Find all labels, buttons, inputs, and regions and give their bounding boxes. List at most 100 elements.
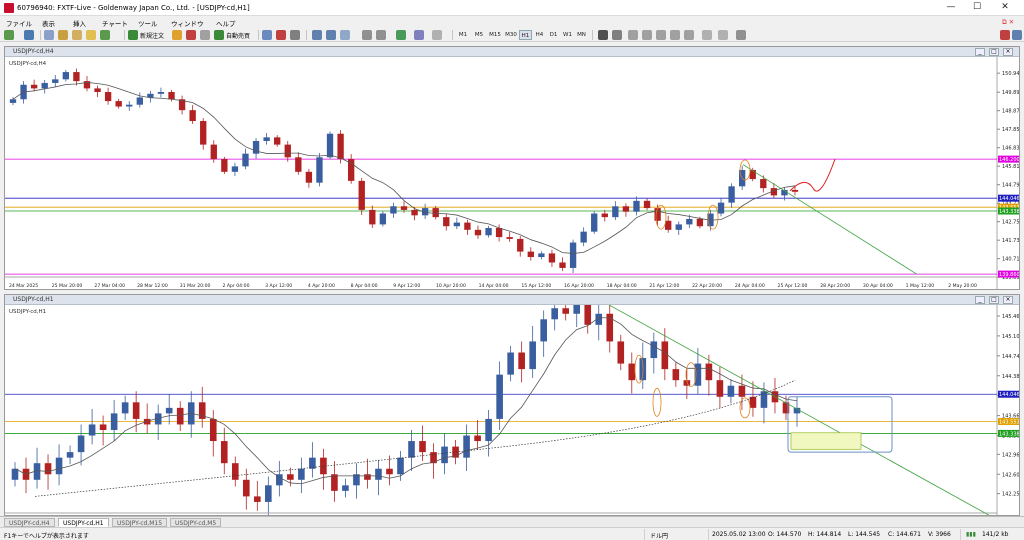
- cursor-icon[interactable]: [598, 30, 608, 40]
- chart-shift-icon[interactable]: [362, 30, 372, 40]
- price-chart-h1[interactable]: USDJPY-cd,H1 145.460 145.100 144.740 144.380…: [5, 305, 1019, 515]
- auto-trade-icon[interactable]: [214, 30, 224, 40]
- candle-body: [551, 308, 558, 320]
- chart-window-h1[interactable]: USDJPY-cd,H1 _ □ × USDJPY-cd,H1 145.460 14…: [4, 294, 1020, 516]
- tab-usdjpy-h4[interactable]: USDJPY-cd,H4: [4, 518, 55, 527]
- menu-help[interactable]: ヘルプ: [216, 18, 236, 28]
- title-bar: 60796940: FXTF-Live - Goldenway Japan Co…: [0, 0, 1024, 16]
- candle-body: [675, 224, 682, 230]
- status-low: L: 144.545: [848, 531, 881, 538]
- vertical-line-icon[interactable]: [628, 30, 638, 40]
- menu-restore-icon[interactable]: ⧉ ✕: [1002, 18, 1014, 27]
- app-logo-icon: [4, 3, 14, 13]
- chart-maximize-button[interactable]: □: [989, 296, 999, 304]
- target-zone-inner-box: [790, 432, 862, 450]
- zoom-out-icon[interactable]: [326, 30, 336, 40]
- candle-body: [99, 424, 107, 430]
- menu-file[interactable]: ファイル: [6, 18, 32, 28]
- timeframe-m30[interactable]: M30: [503, 30, 519, 40]
- indicators-icon[interactable]: [396, 30, 406, 40]
- timeframe-mn[interactable]: MN: [575, 30, 588, 40]
- candle-body: [165, 407, 173, 414]
- timeframe-m1[interactable]: M1: [456, 30, 470, 40]
- price-tick-label: 142.750: [1002, 220, 1019, 226]
- label-tool-icon[interactable]: [718, 30, 728, 40]
- new-order-button[interactable]: 新規注文: [140, 31, 164, 40]
- close-button[interactable]: ✕: [994, 2, 1016, 14]
- chart-close-button[interactable]: ×: [1003, 296, 1013, 304]
- timeframe-h4[interactable]: H4: [533, 30, 546, 40]
- terminal-icon[interactable]: [86, 30, 96, 40]
- candle-body: [375, 468, 382, 480]
- periods-icon[interactable]: [414, 30, 424, 40]
- channel-icon[interactable]: [670, 30, 680, 40]
- menu-tools[interactable]: ツール: [138, 18, 158, 28]
- chart-minimize-button[interactable]: _: [975, 296, 985, 304]
- chart-window-h4[interactable]: USDJPY-cd,H4 _ □ × USDJPY-cd,H4 150.940 14…: [4, 46, 1020, 290]
- maximize-button[interactable]: ☐: [966, 2, 988, 14]
- candle-body: [287, 474, 294, 480]
- auto-trading-status-icon[interactable]: [186, 30, 196, 40]
- candle-body: [386, 468, 393, 475]
- menu-insert[interactable]: 挿入: [73, 18, 86, 28]
- candle-body: [650, 341, 658, 359]
- market-watch-icon[interactable]: [44, 30, 54, 40]
- metaeditor-icon[interactable]: [172, 30, 182, 40]
- candle-body: [104, 92, 112, 102]
- timeframe-d1[interactable]: D1: [547, 30, 560, 40]
- candle-body: [9, 99, 17, 103]
- templates-icon[interactable]: [432, 30, 442, 40]
- search-icon[interactable]: [1000, 30, 1010, 40]
- time-axis-label: 28 Mar 12:00: [137, 283, 168, 289]
- price-chart-h4[interactable]: USDJPY-cd,H4 150.940 149.890 148.870 147.850…: [5, 57, 1019, 289]
- new-chart-icon[interactable]: [4, 30, 14, 40]
- menu-window[interactable]: ウィンドウ: [171, 18, 204, 28]
- candle-body: [147, 93, 154, 98]
- timeframe-m15[interactable]: M15: [487, 30, 503, 40]
- time-axis-label: 4 Apr 20:00: [308, 283, 335, 289]
- candlestick-icon[interactable]: [276, 30, 286, 40]
- tab-usdjpy-h1[interactable]: USDJPY-cd,H1: [58, 518, 109, 527]
- new-order-icon[interactable]: [128, 30, 138, 40]
- arrows-tool-icon[interactable]: [736, 30, 746, 40]
- bar-chart-icon[interactable]: [262, 30, 272, 40]
- pattern-ellipse: [739, 397, 751, 419]
- candle-body: [453, 222, 461, 227]
- timeframe-w1[interactable]: W1: [561, 30, 574, 40]
- menu-bar: ファイル 表示 挿入 チャート ツール ウィンドウ ヘルプ ⧉ ✕: [0, 16, 1024, 28]
- menu-chart[interactable]: チャート: [102, 18, 128, 28]
- chart-close-button[interactable]: ×: [1003, 48, 1013, 56]
- candle-body: [94, 88, 101, 93]
- data-window-icon[interactable]: [58, 30, 68, 40]
- horizontal-line-icon[interactable]: [642, 30, 652, 40]
- minimize-button[interactable]: —: [940, 2, 962, 14]
- line-chart-icon[interactable]: [290, 30, 300, 40]
- level-price-text: 144.046: [999, 392, 1019, 398]
- text-tool-icon[interactable]: [702, 30, 712, 40]
- timeframe-h1[interactable]: H1: [519, 30, 532, 40]
- menu-view[interactable]: 表示: [42, 18, 55, 28]
- chart-maximize-button[interactable]: □: [989, 48, 999, 56]
- options-icon[interactable]: [200, 30, 210, 40]
- status-profile[interactable]: ドル円: [650, 531, 668, 540]
- tab-usdjpy-m15[interactable]: USDJPY-cd,M15: [112, 518, 168, 527]
- fibonacci-icon[interactable]: [684, 30, 694, 40]
- navigator-icon[interactable]: [72, 30, 82, 40]
- price-tick-label: 142.600: [1002, 472, 1019, 478]
- candle-body: [284, 144, 291, 158]
- trendline-icon[interactable]: [656, 30, 666, 40]
- strategy-tester-icon[interactable]: [100, 30, 110, 40]
- tile-windows-icon[interactable]: [340, 30, 350, 40]
- chart-minimize-button[interactable]: _: [975, 48, 985, 56]
- autoscroll-icon[interactable]: [376, 30, 386, 40]
- profiles-icon[interactable]: [24, 30, 34, 40]
- zoom-in-icon[interactable]: [312, 30, 322, 40]
- community-icon[interactable]: [1012, 30, 1022, 40]
- candle-body: [369, 209, 376, 225]
- candle-body: [176, 407, 184, 425]
- crosshair-icon[interactable]: [612, 30, 622, 40]
- candle-body: [548, 253, 556, 263]
- timeframe-m5[interactable]: M5: [472, 30, 486, 40]
- tab-usdjpy-m5[interactable]: USDJPY-cd,M5: [170, 518, 222, 527]
- auto-trade-button[interactable]: 自動売買: [226, 31, 250, 40]
